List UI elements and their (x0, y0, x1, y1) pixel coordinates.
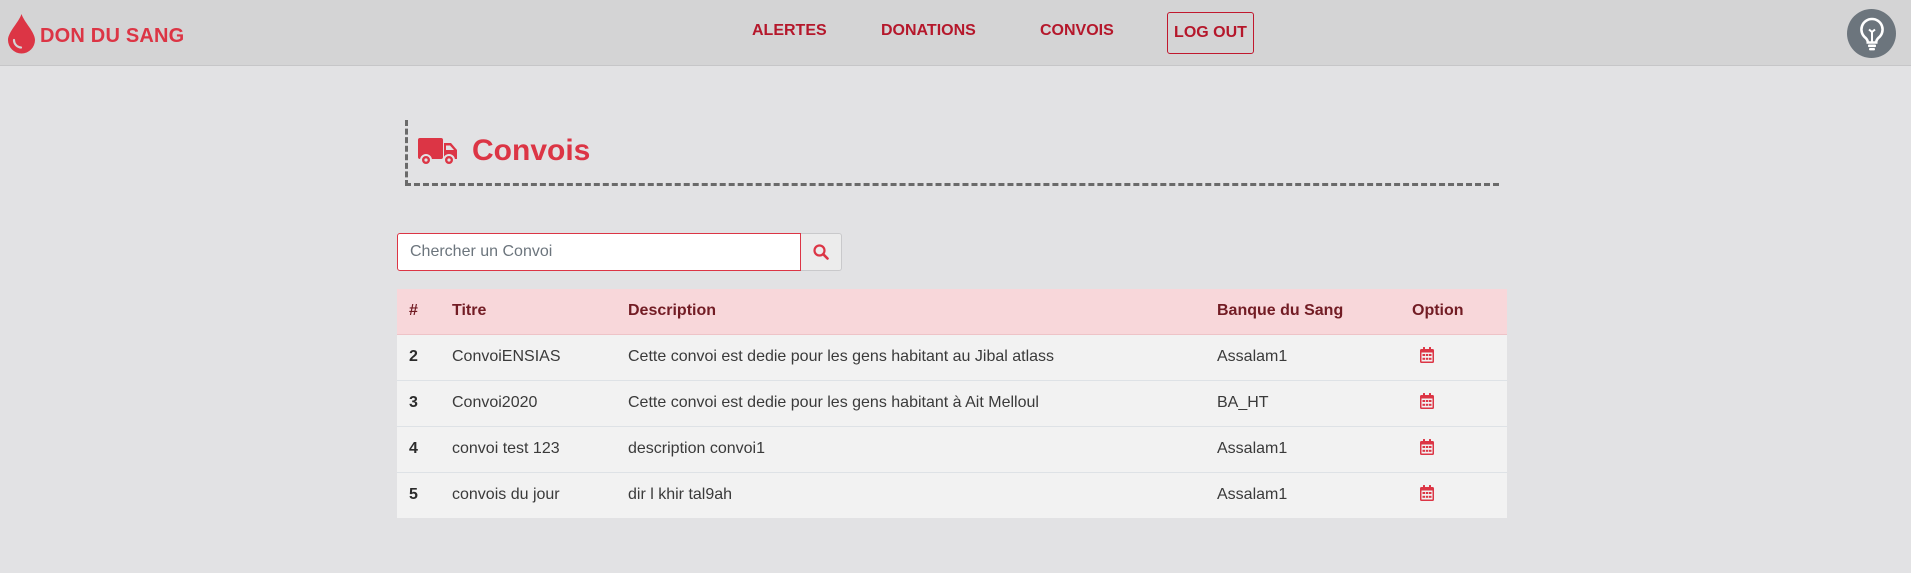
calendar-icon[interactable] (1420, 438, 1434, 460)
column-header-titre: Titre (440, 289, 616, 335)
table-row: 4 convoi test 123 description convoi1 As… (397, 425, 1507, 472)
row-description: description convoi1 (616, 425, 1205, 472)
help-button[interactable] (1847, 9, 1896, 58)
column-header-option: Option (1400, 289, 1507, 335)
row-number: 4 (397, 425, 440, 472)
calendar-icon[interactable] (1420, 346, 1434, 368)
row-banque: Assalam1 (1205, 471, 1400, 518)
row-number: 2 (397, 333, 440, 380)
search-button[interactable] (801, 233, 842, 271)
column-header-description: Description (616, 289, 1205, 335)
convois-table: # Titre Description Banque du Sang Optio… (397, 289, 1507, 518)
table-row: 5 convois du jour dir l khir tal9ah Assa… (397, 471, 1507, 518)
row-titre: convoi test 123 (440, 425, 616, 472)
lightbulb-icon (1859, 17, 1884, 50)
row-banque: Assalam1 (1205, 425, 1400, 472)
row-option (1400, 425, 1507, 472)
row-number: 3 (397, 379, 440, 426)
search-icon (813, 244, 829, 260)
calendar-icon[interactable] (1420, 484, 1434, 506)
column-header-banque: Banque du Sang (1205, 289, 1400, 335)
row-description: Cette convoi est dedie pour les gens hab… (616, 333, 1205, 380)
nav-link-convois[interactable]: CONVOIS (1040, 22, 1114, 40)
brand-name: DON DU SANG (40, 24, 185, 47)
page-header: Convois (405, 120, 1499, 186)
row-description: Cette convoi est dedie pour les gens hab… (616, 379, 1205, 426)
calendar-icon[interactable] (1420, 392, 1434, 414)
row-number: 5 (397, 471, 440, 518)
row-titre: convois du jour (440, 471, 616, 518)
nav-link-alertes[interactable]: ALERTES (752, 22, 827, 40)
brand-logo[interactable]: DON DU SANG (7, 12, 184, 54)
nav-link-donations[interactable]: DONATIONS (881, 22, 976, 40)
table-row: 3 Convoi2020 Cette convoi est dedie pour… (397, 379, 1507, 426)
table-row: 2 ConvoiENSIAS Cette convoi est dedie po… (397, 333, 1507, 380)
truck-icon (418, 138, 457, 166)
column-header-number: # (397, 289, 440, 335)
row-titre: Convoi2020 (440, 379, 616, 426)
row-banque: BA_HT (1205, 379, 1400, 426)
search-input[interactable] (397, 233, 801, 271)
row-banque: Assalam1 (1205, 333, 1400, 380)
row-option (1400, 379, 1507, 426)
blood-drop-icon (8, 13, 35, 53)
table-header-row: # Titre Description Banque du Sang Optio… (397, 289, 1507, 335)
row-titre: ConvoiENSIAS (440, 333, 616, 380)
page-title: Convois (472, 134, 591, 167)
row-option (1400, 471, 1507, 518)
row-option (1400, 333, 1507, 380)
navbar: DON DU SANG ALERTES DONATIONS CONVOIS LO… (0, 0, 1911, 66)
logout-button[interactable]: LOG OUT (1167, 12, 1254, 54)
row-description: dir l khir tal9ah (616, 471, 1205, 518)
